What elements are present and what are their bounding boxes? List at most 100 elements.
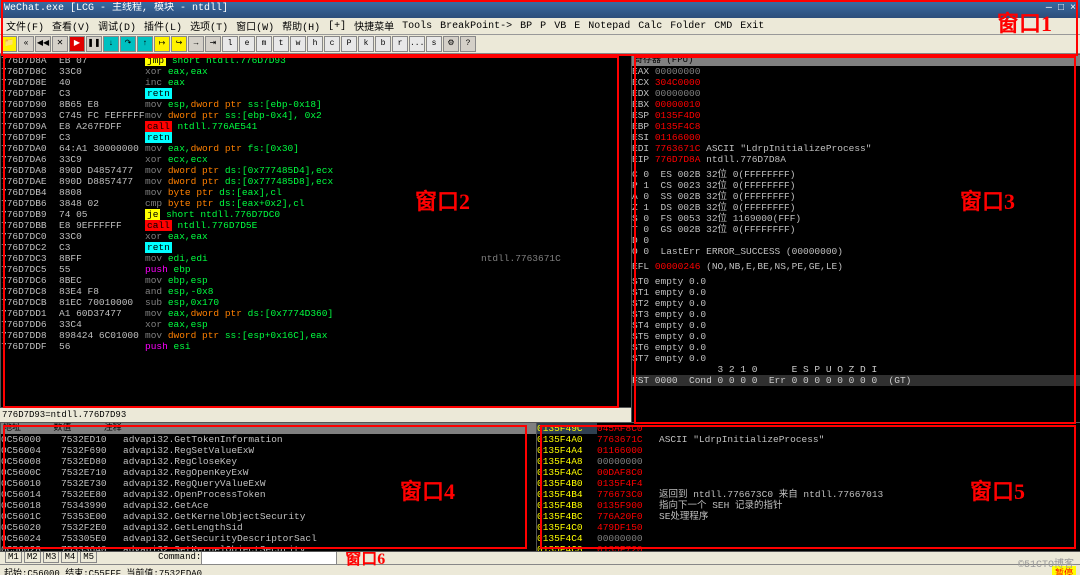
restart-icon[interactable]: « [18,36,34,52]
disasm-row[interactable]: 776D7D8FC3retn [1,88,631,99]
memory-row[interactable]: 0C560107532E730advapi32.RegQueryValueExW [1,478,536,489]
disasm-row[interactable]: 776D7DA633C9xor ecx,ecx [1,154,631,165]
reg-ESI[interactable]: ESI 01166000 [632,132,1080,143]
disasm-row[interactable]: 776D7DD633C4xor eax,esp [1,319,631,330]
view-btn-b[interactable]: b [375,36,391,52]
view-btn-t[interactable]: t [273,36,289,52]
memory-row[interactable]: 0C560087532ED80advapi32.RegCloseKey [1,456,536,467]
view-btn-h[interactable]: h [307,36,323,52]
view-btn-s[interactable]: s [426,36,442,52]
disasm-row[interactable]: 776D7DC883E4 F8and esp,-0x8 [1,286,631,297]
view-btn-r[interactable]: r [392,36,408,52]
menu-item[interactable]: BP [516,21,536,32]
menu-item[interactable]: Calc [634,21,666,32]
step-over-icon[interactable]: ↷ [120,36,136,52]
disasm-row[interactable]: 776D7DB63848 02cmp byte ptr ds:[eax+0x2]… [1,198,631,209]
disasm-pane[interactable]: 776D7D8AEB 07jmp short ntdll.776D7D93776… [0,54,632,408]
stack-row[interactable]: 0135F4C400000000 [537,533,1080,544]
reg-EDI[interactable]: EDI 7763671C ASCII "LdrpInitializeProces… [632,143,1080,154]
stack-row[interactable]: 0135F4C0479DF150 [537,522,1080,533]
memory-tab[interactable]: M3 [43,551,60,563]
stack-row[interactable]: 0135F4A07763671CASCII "LdrpInitializePro… [537,434,1080,445]
memory-row[interactable]: 0C560147532EE80advapi32.OpenProcessToken [1,489,536,500]
menu-item[interactable]: Tools [398,21,436,32]
help-icon[interactable]: ? [460,36,476,52]
memory-pane[interactable]: 地址 数值 注释 0C560007532ED10advapi32.GetToke… [0,422,537,552]
reg-EDX[interactable]: EDX 00000000 [632,88,1080,99]
menu-item[interactable]: P [536,21,550,32]
memory-tab[interactable]: M1 [5,551,22,563]
disasm-row[interactable]: 776D7DA064:A1 30000000mov eax,dword ptr … [1,143,631,154]
disasm-row[interactable]: 776D7DC68BECmov ebp,esp [1,275,631,286]
menu-item[interactable]: 文件(F) [2,18,48,34]
memory-row[interactable]: 0C560047532F690advapi32.RegSetValueExW [1,445,536,456]
memory-row[interactable]: 0C5601C75353E00advapi32.GetKernelObjectS… [1,511,536,522]
menu-item[interactable]: Folder [666,21,710,32]
menu-item[interactable]: Exit [736,21,768,32]
disasm-row[interactable]: 776D7DC2C3retn [1,242,631,253]
reg-ECX[interactable]: ECX 304C0000 [632,77,1080,88]
menu-item[interactable]: 选项(T) [186,18,232,34]
reg-EBP[interactable]: EBP 0135F4C8 [632,121,1080,132]
stack-row[interactable]: 0135F4B4776673C0返回到 ntdll.776673C0 来自 nt… [537,489,1080,500]
menu-item[interactable]: E [570,21,584,32]
disasm-row[interactable]: 776D7D908B65 E8mov esp,dword ptr ss:[ebp… [1,99,631,110]
stack-pane[interactable]: 0135F49C045AF8C00135F4A07763671CASCII "L… [536,422,1080,552]
menu-item[interactable]: BreakPoint-> [436,21,516,32]
run-icon[interactable]: ▶ [69,36,85,52]
disasm-row[interactable]: 776D7D8AEB 07jmp short ntdll.776D7D93 [1,55,631,66]
disasm-row[interactable]: 776D7DC555push ebp [1,264,631,275]
disasm-row[interactable]: 776D7DB48808mov byte ptr ds:[eax],cl [1,187,631,198]
memory-row[interactable]: 0C5602875333640advapi32.SetKernelObjectS… [1,544,536,552]
close-icon[interactable]: ✕ [52,36,68,52]
menu-item[interactable]: CMD [710,21,736,32]
view-btn-c[interactable]: c [324,36,340,52]
memory-row[interactable]: 0C5600C7532E710advapi32.RegOpenKeyExW [1,467,536,478]
memory-row[interactable]: 0C560207532F2E0advapi32.GetLengthSid [1,522,536,533]
disasm-row[interactable]: 776D7DC38BFFmov edi,edintdll.7763671C [1,253,631,264]
disasm-row[interactable]: 776D7D8C33C0xor eax,eax [1,66,631,77]
pause-icon[interactable]: ❚❚ [86,36,102,52]
reg-EIP[interactable]: EIP 776D7D8A ntdll.776D7D8A [632,154,1080,165]
menu-item[interactable]: 插件(L) [140,18,186,34]
close-btn[interactable]: × [1070,3,1076,14]
disasm-row[interactable]: 776D7D9AE8 A267FDFFcall ntdll.776AE541 [1,121,631,132]
view-btn-l[interactable]: l [222,36,238,52]
menu-item[interactable]: Notepad [584,21,634,32]
disasm-row[interactable]: 776D7D8E40inc eax [1,77,631,88]
view-btn-k[interactable]: k [358,36,374,52]
view-btn-e[interactable]: e [239,36,255,52]
disasm-row[interactable]: 776D7DDF56push esi [1,341,631,352]
disasm-row[interactable]: 776D7DB974 05je short ntdll.776D7DC0 [1,209,631,220]
view-btn-w[interactable]: w [290,36,306,52]
disasm-row[interactable]: 776D7DBBE8 9EFFFFFFcall ntdll.776D7D5E [1,220,631,231]
view-btn-m[interactable]: m [256,36,272,52]
menu-item[interactable]: VB [550,21,570,32]
view-btn-...[interactable]: ... [409,36,425,52]
memory-row[interactable]: 0C5601875343990advapi32.GetAce [1,500,536,511]
stack-row[interactable]: 0135F4A401166000 [537,445,1080,456]
menu-item[interactable]: 调试(D) [94,18,140,34]
reg-EBX[interactable]: EBX 00000010 [632,99,1080,110]
memory-row[interactable]: 0C56024753305E0advapi32.GetSecurityDescr… [1,533,536,544]
view-btn-P[interactable]: P [341,36,357,52]
disasm-row[interactable]: 776D7DD1A1 60D37477mov eax,dword ptr ds:… [1,308,631,319]
stack-row[interactable]: 0135F4B00135F4F4 [537,478,1080,489]
maximize-btn[interactable]: □ [1058,3,1064,14]
menu-item[interactable]: 查看(V) [48,18,94,34]
until-ret-icon[interactable]: → [188,36,204,52]
folder-icon[interactable]: 📁 [1,36,17,52]
stack-row[interactable]: 0135F4A800000000 [537,456,1080,467]
disasm-row[interactable]: 776D7D93C745 FC FEFFFFFmov dword ptr ss:… [1,110,631,121]
stack-row[interactable]: 0135F4B80135F900指向下一个 SEH 记录的指针 [537,500,1080,511]
disasm-row[interactable]: 776D7D9FC3retn [1,132,631,143]
disasm-row[interactable]: 776D7DA8890D D4857477mov dword ptr ds:[0… [1,165,631,176]
trace-icon[interactable]: ↦ [154,36,170,52]
step-into-icon[interactable]: ↓ [103,36,119,52]
reg-ESP[interactable]: ESP 0135F4D0 [632,110,1080,121]
back-icon[interactable]: ◀◀ [35,36,51,52]
stack-row[interactable]: 0135F4C80135F720 [537,544,1080,552]
disasm-row[interactable]: 776D7DC033C0xor eax,eax [1,231,631,242]
stack-row[interactable]: 0135F4BC776A20F0SE处理程序 [537,511,1080,522]
disasm-row[interactable]: 776D7DCB81EC 70010000sub esp,0x170 [1,297,631,308]
